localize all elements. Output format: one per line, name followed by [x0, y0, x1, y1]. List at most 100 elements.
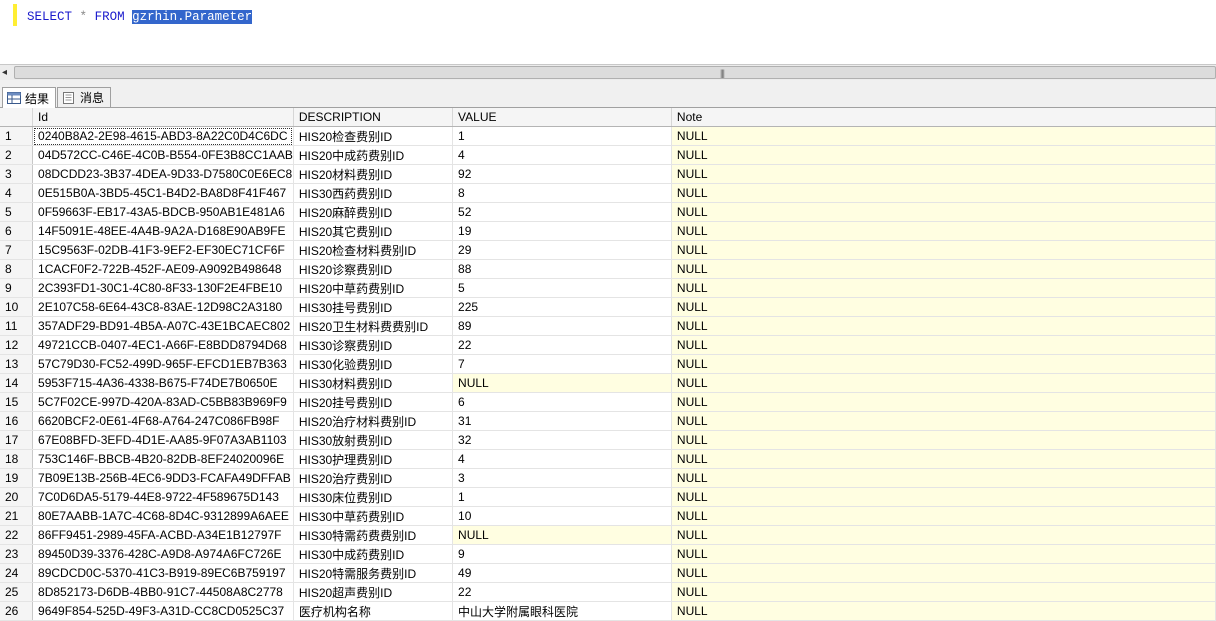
cell-note[interactable]: NULL — [671, 411, 1216, 431]
cell-value[interactable]: 19 — [452, 221, 672, 241]
cell-id[interactable]: 357ADF29-BD91-4B5A-A07C-43E1BCAEC802 — [32, 316, 294, 336]
cell-id[interactable]: 86FF9451-2989-45FA-ACBD-A34E1B12797F — [32, 525, 294, 545]
cell-value[interactable]: 4 — [452, 449, 672, 469]
cell-value[interactable]: 22 — [452, 582, 672, 602]
table-row[interactable]: 14 5953F715-4A36-4338-B675-F74DE7B0650E HI… — [0, 373, 1216, 393]
cell-note[interactable]: NULL — [671, 373, 1216, 393]
cell-id[interactable]: 7C0D6DA5-5179-44E8-9722-4F589675D143 — [32, 487, 294, 507]
sql-query-line[interactable]: SELECT * FROM gzrhin.Parameter — [27, 10, 253, 24]
table-row[interactable]: 13 57C79D30-FC52-499D-965F-EFCD1EB7B363 HI… — [0, 354, 1216, 374]
cell-description[interactable]: HIS20治疗费别ID — [293, 468, 454, 488]
results-grid[interactable]: Id DESCRIPTION VALUE Note 1 0240B8A2-2E98… — [0, 108, 1216, 621]
row-number[interactable]: 1 — [0, 126, 34, 146]
cell-description[interactable]: HIS30特需药费费别ID — [293, 525, 454, 545]
table-row[interactable]: 3 08DCDD23-3B37-4DEA-9D33-D7580C0E6EC8 HIS… — [0, 164, 1216, 184]
cell-description[interactable]: HIS30中草药费别ID — [293, 506, 454, 526]
cell-description[interactable]: HIS30化验费别ID — [293, 354, 454, 374]
cell-id[interactable]: 8D852173-D6DB-4BB0-91C7-44508A8C2778 — [32, 582, 294, 602]
cell-description[interactable]: HIS30放射费别ID — [293, 430, 454, 450]
cell-note[interactable]: NULL — [671, 183, 1216, 203]
table-row[interactable]: 10 2E107C58-6E64-43C8-83AE-12D98C2A3180 HI… — [0, 297, 1216, 317]
row-number[interactable]: 19 — [0, 468, 34, 488]
cell-id[interactable]: 0240B8A2-2E98-4615-ABD3-8A22C0D4C6DC — [32, 126, 294, 146]
row-number[interactable]: 12 — [0, 335, 34, 355]
row-number[interactable]: 3 — [0, 164, 34, 184]
row-number[interactable]: 2 — [0, 145, 34, 165]
cell-description[interactable]: HIS20治疗材料费别ID — [293, 411, 454, 431]
cell-id[interactable]: 04D572CC-C46E-4C0B-B554-0FE3B8CC1AAB — [32, 145, 294, 165]
table-row[interactable]: 4 0E515B0A-3BD5-45C1-B4D2-BA8D8F41F467 HIS… — [0, 183, 1216, 203]
cell-note[interactable]: NULL — [671, 544, 1216, 564]
row-number[interactable]: 7 — [0, 240, 34, 260]
cell-note[interactable]: NULL — [671, 145, 1216, 165]
table-row[interactable]: 18 753C146F-BBCB-4B20-82DB-8EF24020096E HI… — [0, 449, 1216, 469]
scroll-left-icon[interactable]: ◂ — [2, 65, 7, 80]
cell-description[interactable]: HIS30挂号费别ID — [293, 297, 454, 317]
row-number[interactable]: 9 — [0, 278, 34, 298]
cell-value[interactable]: 6 — [452, 392, 672, 412]
cell-note[interactable]: NULL — [671, 487, 1216, 507]
table-row[interactable]: 8 1CACF0F2-722B-452F-AE09-A9092B498648 HIS… — [0, 259, 1216, 279]
cell-description[interactable]: HIS30西药费别ID — [293, 183, 454, 203]
row-number[interactable]: 23 — [0, 544, 34, 564]
cell-value[interactable]: 92 — [452, 164, 672, 184]
cell-id[interactable]: 0F59663F-EB17-43A5-BDCB-950AB1E481A6 — [32, 202, 294, 222]
row-number[interactable]: 13 — [0, 354, 34, 374]
table-row[interactable]: 22 86FF9451-2989-45FA-ACBD-A34E1B12797F HI… — [0, 525, 1216, 545]
cell-id[interactable]: 1CACF0F2-722B-452F-AE09-A9092B498648 — [32, 259, 294, 279]
table-row[interactable]: 12 49721CCB-0407-4EC1-A66F-E8BDD8794D68 HI… — [0, 335, 1216, 355]
sql-editor[interactable]: SELECT * FROM gzrhin.Parameter — [0, 0, 1216, 64]
row-number[interactable]: 21 — [0, 506, 34, 526]
cell-description[interactable]: HIS20诊察费别ID — [293, 259, 454, 279]
cell-value[interactable]: 225 — [452, 297, 672, 317]
cell-value[interactable]: 31 — [452, 411, 672, 431]
row-number[interactable]: 5 — [0, 202, 34, 222]
row-number-header[interactable] — [0, 108, 34, 127]
cell-description[interactable]: HIS30材料费别ID — [293, 373, 454, 393]
row-number[interactable]: 25 — [0, 582, 34, 602]
cell-id[interactable]: 57C79D30-FC52-499D-965F-EFCD1EB7B363 — [32, 354, 294, 374]
row-number[interactable]: 17 — [0, 430, 34, 450]
cell-id[interactable]: 0E515B0A-3BD5-45C1-B4D2-BA8D8F41F467 — [32, 183, 294, 203]
cell-description[interactable]: HIS20超声费别ID — [293, 582, 454, 602]
row-number[interactable]: 22 — [0, 525, 34, 545]
cell-value[interactable]: 29 — [452, 240, 672, 260]
cell-description[interactable]: HIS30护理费别ID — [293, 449, 454, 469]
row-number[interactable]: 26 — [0, 601, 34, 621]
table-row[interactable]: 19 7B09E13B-256B-4EC6-9DD3-FCAFA49DFFAB HI… — [0, 468, 1216, 488]
row-number[interactable]: 14 — [0, 373, 34, 393]
cell-value[interactable]: NULL — [452, 525, 672, 545]
cell-description[interactable]: 医疗机构名称 — [293, 601, 454, 621]
table-row[interactable]: 26 9649F854-525D-49F3-A31D-CC8CD0525C37 医疗… — [0, 601, 1216, 621]
table-row[interactable]: 24 89CDCD0C-5370-41C3-B919-89EC6B759197 HI… — [0, 563, 1216, 583]
cell-description[interactable]: HIS20中草药费别ID — [293, 278, 454, 298]
cell-value[interactable]: 32 — [452, 430, 672, 450]
cell-id[interactable]: 08DCDD23-3B37-4DEA-9D33-D7580C0E6EC8 — [32, 164, 294, 184]
cell-value[interactable]: 49 — [452, 563, 672, 583]
cell-note[interactable]: NULL — [671, 202, 1216, 222]
cell-value[interactable]: 88 — [452, 259, 672, 279]
cell-value[interactable]: 8 — [452, 183, 672, 203]
cell-note[interactable]: NULL — [671, 259, 1216, 279]
table-row[interactable]: 5 0F59663F-EB17-43A5-BDCB-950AB1E481A6 HIS… — [0, 202, 1216, 222]
cell-description[interactable]: HIS20中成药费别ID — [293, 145, 454, 165]
table-row[interactable]: 16 6620BCF2-0E61-4F68-A764-247C086FB98F HI… — [0, 411, 1216, 431]
cell-note[interactable]: NULL — [671, 430, 1216, 450]
cell-id[interactable]: 49721CCB-0407-4EC1-A66F-E8BDD8794D68 — [32, 335, 294, 355]
cell-id[interactable]: 9649F854-525D-49F3-A31D-CC8CD0525C37 — [32, 601, 294, 621]
cell-description[interactable]: HIS20挂号费别ID — [293, 392, 454, 412]
column-header-value[interactable]: VALUE — [452, 108, 672, 127]
cell-description[interactable]: HIS20检查费别ID — [293, 126, 454, 146]
cell-value[interactable]: 5 — [452, 278, 672, 298]
cell-value[interactable]: 89 — [452, 316, 672, 336]
cell-note[interactable]: NULL — [671, 240, 1216, 260]
cell-description[interactable]: HIS30诊察费别ID — [293, 335, 454, 355]
column-header-note[interactable]: Note — [671, 108, 1216, 127]
cell-value[interactable]: 3 — [452, 468, 672, 488]
cell-id[interactable]: 67E08BFD-3EFD-4D1E-AA85-9F07A3AB1103 — [32, 430, 294, 450]
cell-note[interactable]: NULL — [671, 126, 1216, 146]
table-row[interactable]: 25 8D852173-D6DB-4BB0-91C7-44508A8C2778 HI… — [0, 582, 1216, 602]
cell-value[interactable]: 中山大学附属眼科医院 — [452, 601, 672, 621]
editor-horizontal-scrollbar[interactable]: ◂ ||| — [0, 64, 1216, 81]
cell-note[interactable]: NULL — [671, 506, 1216, 526]
